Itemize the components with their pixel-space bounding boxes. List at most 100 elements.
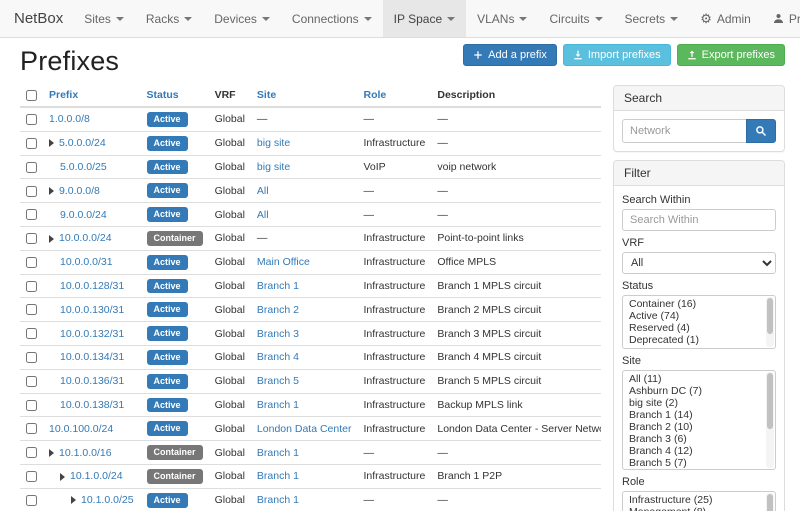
prefix-link[interactable]: 10.0.0.138/31 — [60, 399, 124, 411]
site-listbox[interactable]: All (11)Ashburn DC (7)big site (2)Branch… — [622, 370, 776, 470]
role-cell: — — [358, 441, 432, 465]
site-link[interactable]: Branch 1 — [257, 494, 299, 506]
plus-icon — [473, 50, 483, 60]
row-checkbox[interactable] — [26, 352, 37, 363]
site-link[interactable]: Branch 2 — [257, 304, 299, 316]
site-link[interactable]: All — [257, 185, 269, 197]
nav-item-connections[interactable]: Connections — [281, 0, 383, 37]
site-link[interactable]: Branch 1 — [257, 399, 299, 411]
row-checkbox[interactable] — [26, 328, 37, 339]
prefix-link[interactable]: 10.0.0.134/31 — [60, 351, 124, 363]
status-listbox[interactable]: Container (16)Active (74)Reserved (4)Dep… — [622, 295, 776, 349]
app-logo[interactable]: NetBox — [0, 0, 73, 37]
nav-item-ip-space[interactable]: IP Space — [383, 0, 466, 37]
prefix-link[interactable]: 10.0.0.0/24 — [59, 232, 112, 244]
row-checkbox[interactable] — [26, 400, 37, 411]
search-input[interactable] — [622, 119, 746, 143]
listbox-option[interactable]: Reserved (4) — [623, 322, 775, 334]
scrollbar-thumb[interactable] — [767, 373, 773, 429]
listbox-option[interactable]: COLO-1 (4) — [623, 469, 775, 470]
row-checkbox[interactable] — [26, 471, 37, 482]
row-checkbox[interactable] — [26, 162, 37, 173]
prefix-link[interactable]: 10.1.0.0/16 — [59, 447, 112, 459]
prefix-link[interactable]: 9.0.0.0/24 — [60, 209, 107, 221]
listbox-option[interactable]: Deprecated (1) — [623, 334, 775, 346]
site-link[interactable]: Branch 5 — [257, 375, 299, 387]
export-prefixes-button[interactable]: Export prefixes — [677, 44, 785, 66]
prefix-link[interactable]: 1.0.0.0/8 — [49, 113, 90, 125]
prefix-link[interactable]: 10.1.0.0/25 — [81, 494, 134, 506]
listbox-scrollbar[interactable] — [766, 372, 774, 468]
column-header-prefix[interactable]: Prefix — [43, 85, 141, 107]
scrollbar-thumb[interactable] — [767, 494, 773, 511]
description-cell: voip network — [431, 155, 601, 179]
nav-item-secrets[interactable]: Secrets — [614, 0, 690, 37]
prefix-link[interactable]: 5.0.0.0/25 — [60, 161, 107, 173]
listbox-option[interactable]: Management (8) — [623, 506, 775, 511]
listbox-option[interactable]: big site (2) — [623, 397, 775, 409]
select-all-checkbox[interactable] — [26, 90, 37, 101]
row-checkbox[interactable] — [26, 376, 37, 387]
site-link[interactable]: Branch 3 — [257, 328, 299, 340]
listbox-scrollbar[interactable] — [766, 297, 774, 347]
site-link[interactable]: Main Office — [257, 256, 310, 268]
nav-item-circuits[interactable]: Circuits — [538, 0, 613, 37]
site-link[interactable]: London Data Center — [257, 423, 352, 435]
row-checkbox[interactable] — [26, 423, 37, 434]
prefix-link[interactable]: 10.0.0.136/31 — [60, 375, 124, 387]
import-prefixes-button[interactable]: Import prefixes — [563, 44, 671, 66]
row-checkbox[interactable] — [26, 114, 37, 125]
listbox-option[interactable]: Branch 2 (10) — [623, 421, 775, 433]
nav-item-racks[interactable]: Racks — [135, 0, 203, 37]
site-link[interactable]: Branch 1 — [257, 470, 299, 482]
site-link[interactable]: Branch 4 — [257, 351, 299, 363]
nav-item-vlans[interactable]: VLANs — [466, 0, 538, 37]
site-link[interactable]: All — [257, 209, 269, 221]
search-within-input[interactable] — [622, 209, 776, 231]
nav-item-devices[interactable]: Devices — [203, 0, 281, 37]
listbox-option[interactable]: Active (74) — [623, 310, 775, 322]
row-checkbox[interactable] — [26, 304, 37, 315]
vrf-select[interactable]: All — [622, 252, 776, 274]
row-checkbox[interactable] — [26, 257, 37, 268]
nav-item-sites[interactable]: Sites — [73, 0, 135, 37]
prefix-link[interactable]: 10.0.0.132/31 — [60, 328, 124, 340]
listbox-option[interactable]: Ashburn DC (7) — [623, 385, 775, 397]
prefix-link[interactable]: 5.0.0.0/24 — [59, 137, 106, 149]
prefix-link[interactable]: 10.0.0.130/31 — [60, 304, 124, 316]
column-header-site[interactable]: Site — [251, 85, 358, 107]
prefix-link[interactable]: 10.1.0.0/24 — [70, 470, 123, 482]
role-listbox[interactable]: Infrastructure (25)Management (8)Private… — [622, 491, 776, 511]
nav-item-admin[interactable]: ⚙Admin — [689, 0, 762, 37]
site-link[interactable]: big site — [257, 161, 290, 173]
site-link[interactable]: Branch 1 — [257, 280, 299, 292]
listbox-option[interactable]: Branch 1 (14) — [623, 409, 775, 421]
row-checkbox[interactable] — [26, 447, 37, 458]
prefix-link[interactable]: 10.0.0.128/31 — [60, 280, 124, 292]
listbox-option[interactable]: Infrastructure (25) — [623, 494, 775, 506]
listbox-option[interactable]: Container (16) — [623, 298, 775, 310]
vrf-label: VRF — [622, 237, 776, 250]
site-link[interactable]: Branch 1 — [257, 447, 299, 459]
prefix-link[interactable]: 10.0.100.0/24 — [49, 423, 113, 435]
listbox-option[interactable]: Branch 3 (6) — [623, 433, 775, 445]
listbox-option[interactable]: Branch 5 (7) — [623, 457, 775, 469]
row-checkbox[interactable] — [26, 186, 37, 197]
prefix-link[interactable]: 9.0.0.0/8 — [59, 185, 100, 197]
row-checkbox[interactable] — [26, 138, 37, 149]
nav-item-profile[interactable]: Profile — [762, 0, 800, 37]
row-checkbox[interactable] — [26, 209, 37, 220]
add-a-prefix-button[interactable]: Add a prefix — [463, 44, 557, 66]
column-header-role[interactable]: Role — [358, 85, 432, 107]
row-checkbox[interactable] — [26, 281, 37, 292]
scrollbar-thumb[interactable] — [767, 298, 773, 334]
site-link[interactable]: big site — [257, 137, 290, 149]
column-header-status[interactable]: Status — [141, 85, 209, 107]
row-checkbox[interactable] — [26, 233, 37, 244]
prefix-link[interactable]: 10.0.0.0/31 — [60, 256, 113, 268]
listbox-scrollbar[interactable] — [766, 493, 774, 511]
listbox-option[interactable]: Branch 4 (12) — [623, 445, 775, 457]
search-button[interactable] — [746, 119, 776, 143]
row-checkbox[interactable] — [26, 495, 37, 506]
listbox-option[interactable]: All (11) — [623, 373, 775, 385]
